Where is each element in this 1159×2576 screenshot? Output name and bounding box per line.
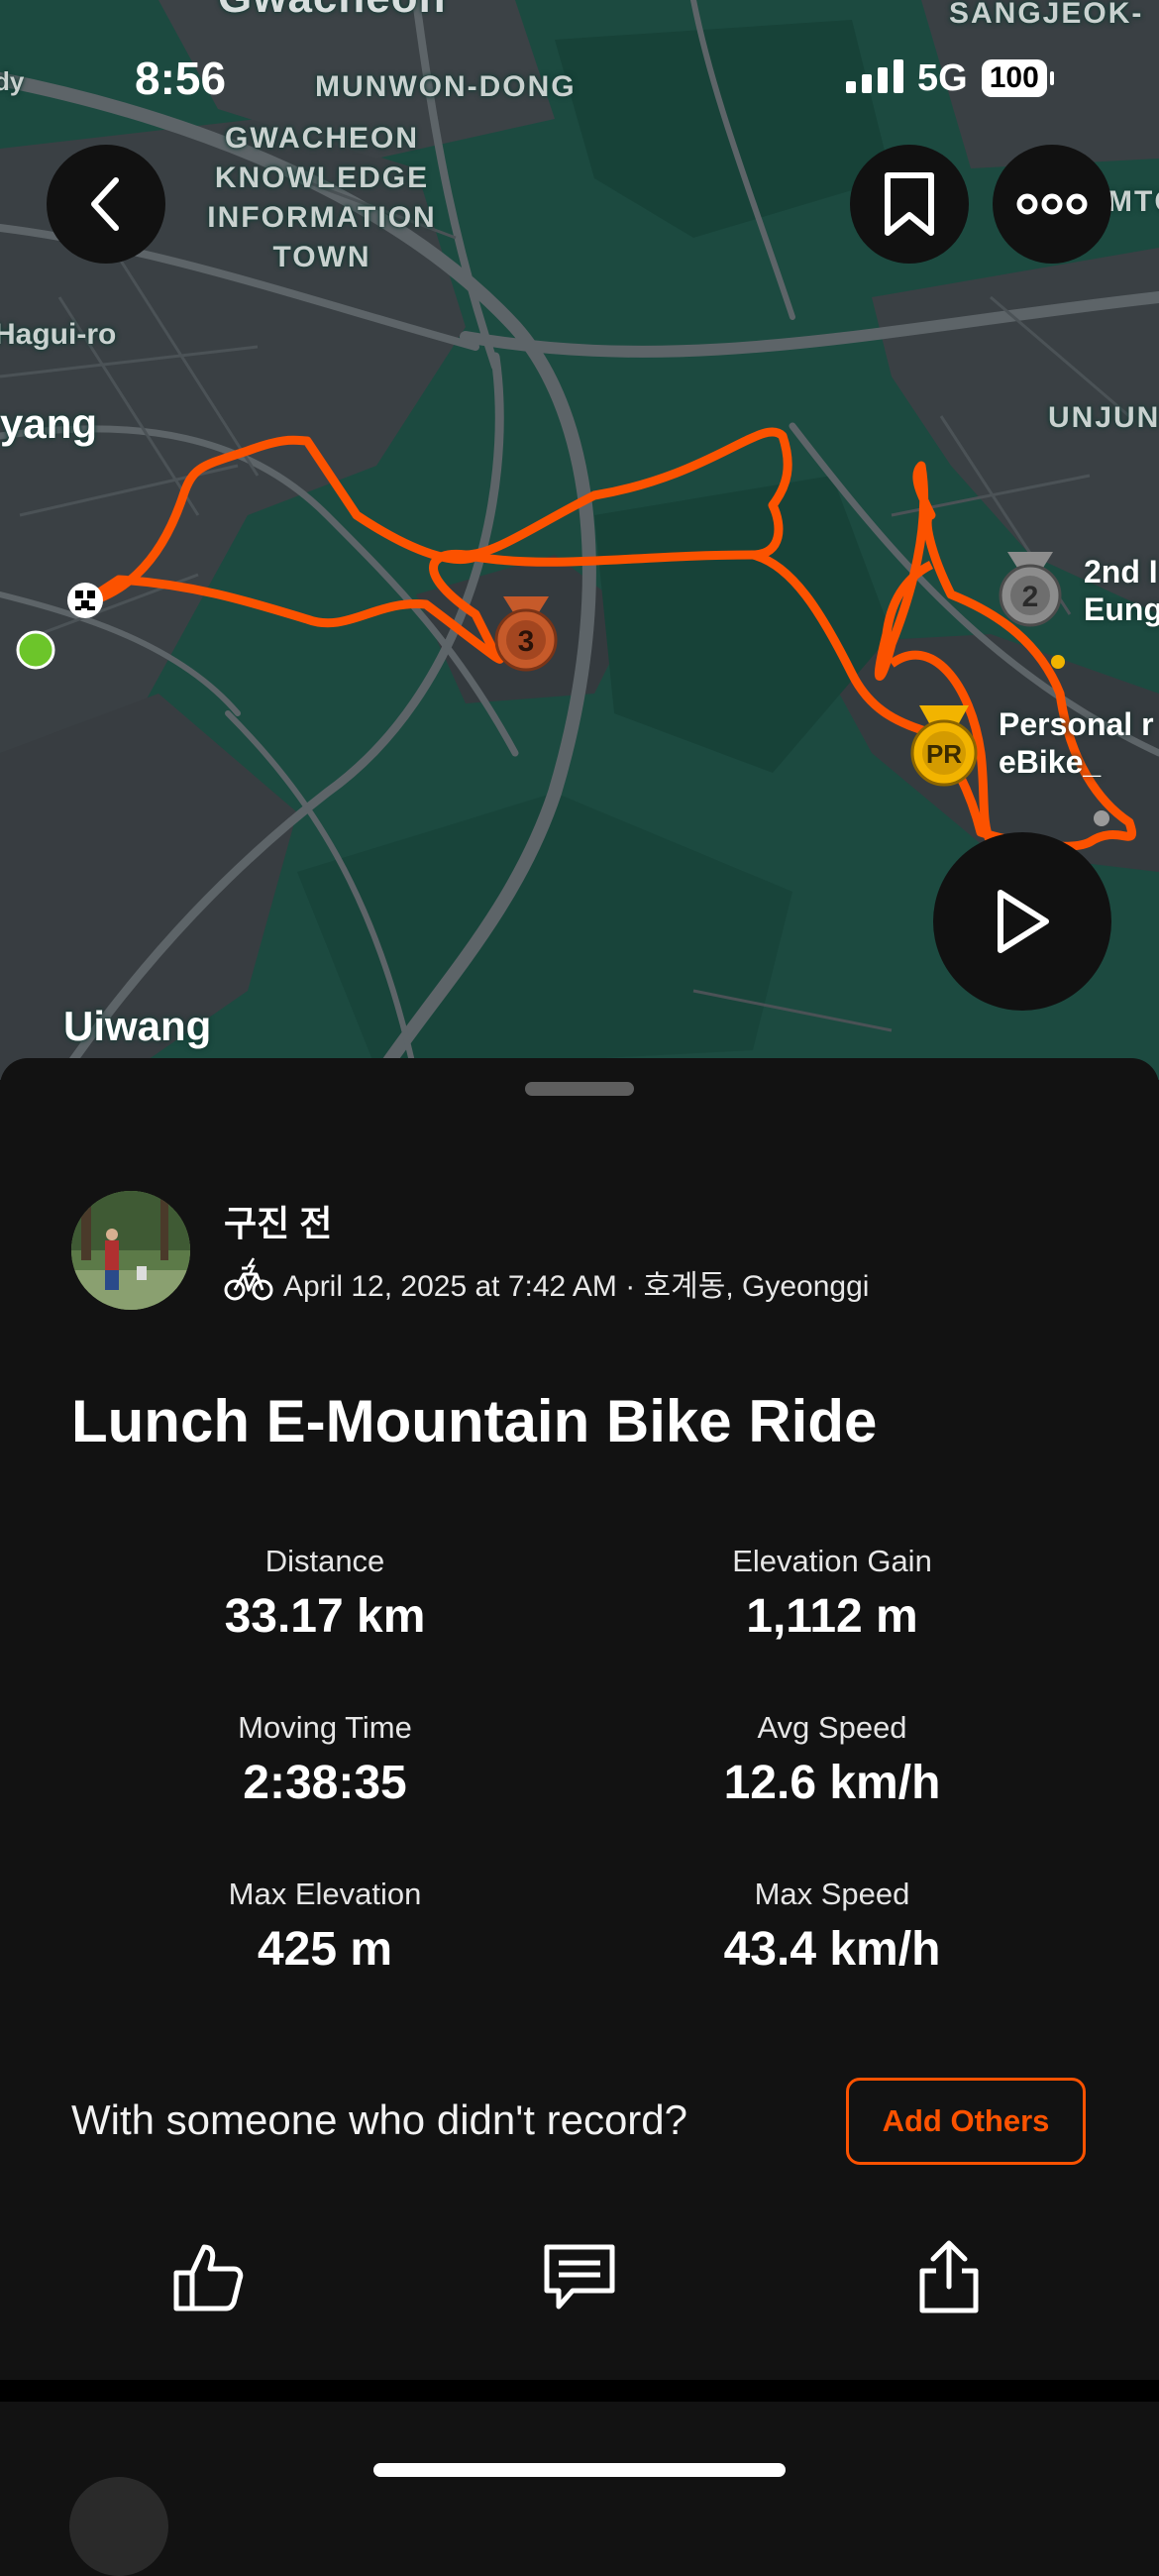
- battery-icon: 100: [981, 59, 1054, 97]
- map-label-uiwang: Uiwang: [63, 1003, 212, 1049]
- map-label-munwon: MUNWON-DONG: [315, 70, 577, 103]
- map-label-dy: dy: [0, 66, 25, 96]
- stat-label: Avg Speed: [757, 1710, 907, 1745]
- map-label-gwacheon-knowledge: GWACHEON KNOWLEDGE INFORMATION TOWN: [183, 119, 461, 277]
- more-options-button[interactable]: [993, 145, 1111, 264]
- activity-sheet: 구진 전 April 12, 2025 at 7:42 AM · 호계동, Gy…: [0, 1058, 1159, 2376]
- signal-icon: [846, 58, 903, 98]
- play-icon: [998, 890, 1049, 953]
- back-button[interactable]: [47, 145, 165, 264]
- next-section: [0, 2402, 1159, 2576]
- activity-date-location: April 12, 2025 at 7:42 AM · 호계동, Gyeongg…: [283, 1270, 870, 1303]
- activity-meta: April 12, 2025 at 7:42 AM · 호계동, Gyeongg…: [224, 1256, 869, 1310]
- pr-medal-icon: PR: [907, 703, 981, 787]
- battery-level: 100: [981, 59, 1047, 97]
- stat-value: 12.6 km/h: [723, 1757, 941, 1809]
- poi-line: Eung: [1084, 591, 1159, 627]
- stat-value: 2:38:35: [243, 1757, 407, 1809]
- poi-line: Personal r: [999, 706, 1154, 742]
- map-label-anyang: yang: [0, 400, 98, 447]
- more-horizontal-icon: [1016, 193, 1088, 215]
- stat-max-speed: Max Speed 43.4 km/h: [624, 1877, 1040, 1977]
- share-icon: [919, 2240, 979, 2313]
- poi-personal-record[interactable]: Personal r eBike_: [999, 705, 1154, 781]
- stat-moving-time: Moving Time 2:38:35: [117, 1710, 533, 1810]
- kudos-button[interactable]: [158, 2227, 258, 2326]
- start-marker: [16, 630, 55, 670]
- thumbs-up-icon: [173, 2244, 244, 2311]
- stat-label: Moving Time: [238, 1710, 412, 1745]
- route-map[interactable]: 3 2 PR Gwacheon MUNWON-DONG GWACHEON KNO…: [0, 0, 1159, 1080]
- stat-label: Elevation Gain: [732, 1544, 932, 1578]
- pr-medal-label: PR: [926, 739, 962, 769]
- stat-value: 33.17 km: [224, 1590, 426, 1643]
- map-label-sangjeok: SANGJEOK-: [949, 0, 1144, 30]
- chevron-left-icon: [91, 177, 119, 231]
- next-section-icon: [69, 2477, 168, 2576]
- stat-label: Max Elevation: [228, 1877, 422, 1911]
- stat-value: 425 m: [257, 1923, 393, 1976]
- medal-2nd-icon: 2: [996, 550, 1065, 629]
- medal-3rd-icon: 3: [491, 594, 561, 674]
- map-label-hagui: Hagui-ro: [0, 318, 117, 351]
- section-divider: [0, 2380, 1159, 2402]
- map-label-line: GWACHEON: [225, 122, 419, 155]
- stat-value: 43.4 km/h: [723, 1923, 941, 1976]
- stat-label: Distance: [264, 1544, 385, 1578]
- avatar[interactable]: [71, 1191, 190, 1310]
- stat-value: 1,112 m: [746, 1590, 918, 1643]
- stat-label: Max Speed: [754, 1877, 910, 1911]
- share-button[interactable]: [899, 2227, 999, 2326]
- ebike-icon: [224, 1256, 273, 1310]
- map-label-line: KNOWLEDGE: [214, 161, 430, 194]
- comment-icon: [544, 2244, 615, 2309]
- flyover-play-button[interactable]: [933, 832, 1111, 1011]
- stat-elevation-gain: Elevation Gain 1,112 m: [624, 1544, 1040, 1644]
- poi-second-segment[interactable]: 2nd I Eung: [1084, 553, 1159, 628]
- athlete-name[interactable]: 구진 전: [224, 1195, 332, 1246]
- map-label-mtc: MTC: [1107, 185, 1159, 218]
- map-label-unjun: UNJUN: [1048, 401, 1159, 434]
- home-indicator[interactable]: [373, 2463, 786, 2477]
- map-label-gwacheon: Gwacheon: [218, 0, 447, 20]
- stat-max-elevation: Max Elevation 425 m: [117, 1877, 533, 1977]
- sheet-grabber[interactable]: [525, 1082, 634, 1096]
- poi-line: 2nd I: [1084, 554, 1158, 590]
- with-someone-prompt: With someone who didn't record?: [71, 2096, 688, 2143]
- map-label-line: TOWN: [272, 241, 371, 273]
- status-icons: 5G 100: [846, 44, 1054, 113]
- comment-button[interactable]: [530, 2227, 629, 2326]
- add-others-button[interactable]: Add Others: [846, 2078, 1086, 2165]
- stat-avg-speed: Avg Speed 12.6 km/h: [624, 1710, 1040, 1810]
- activity-title: Lunch E-Mountain Bike Ride: [71, 1388, 878, 1454]
- bookmark-icon: [885, 172, 934, 236]
- map-label-line: INFORMATION: [207, 201, 437, 234]
- finish-flag-icon: [67, 583, 103, 618]
- status-time: 8:56: [135, 53, 227, 104]
- network-type: 5G: [917, 56, 968, 99]
- save-route-button[interactable]: [850, 145, 969, 264]
- medal-3rd-label: 3: [518, 625, 535, 658]
- poi-line: eBike_: [999, 744, 1102, 780]
- medal-2nd-label: 2: [1022, 581, 1039, 613]
- stat-distance: Distance 33.17 km: [117, 1544, 533, 1644]
